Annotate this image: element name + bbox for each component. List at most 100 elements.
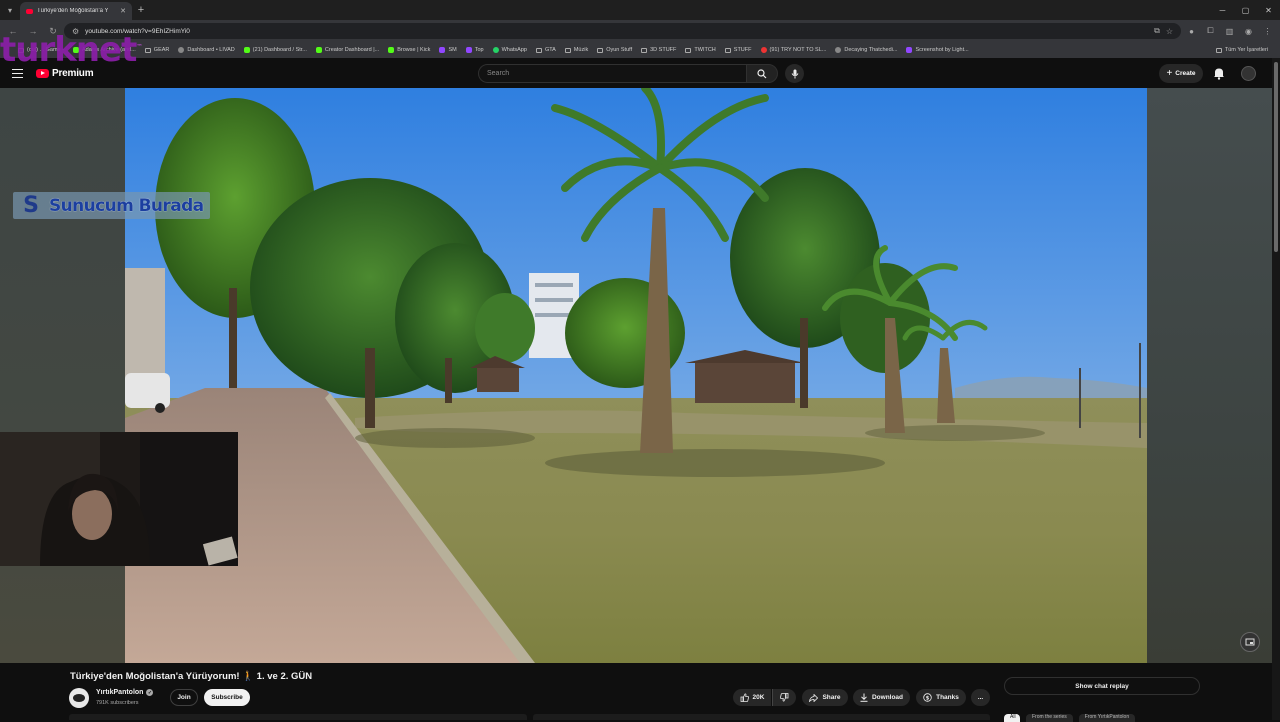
bookmark-label: Creator Dashboard |... [324,47,380,53]
bookmark-item[interactable]: GEAR [144,47,169,53]
tab-search-icon[interactable]: ▾ [0,0,20,20]
page-scrollbar[interactable] [1272,58,1280,720]
super-thanks-icon: $ [923,693,932,702]
ambient-glow-right [1147,88,1272,663]
search-button[interactable] [746,64,778,83]
turknet-wordmark: turknet [0,30,137,70]
comments-box-top[interactable] [533,714,990,720]
thumbs-up-icon [740,693,749,702]
bookmark-item[interactable]: Creator Dashboard |... [315,47,380,53]
bookmark-label: Müzik [573,47,589,53]
download-button[interactable]: Download [853,689,910,706]
favicon-icon [243,47,250,53]
share-label: Share [822,694,841,701]
bookmark-item[interactable]: GTA [535,47,556,53]
bookmark-item[interactable]: Decaying Thatchedi... [835,47,897,53]
video-frame[interactable] [125,88,1147,663]
chip-from-series[interactable]: From the series [1026,714,1073,722]
channel-avatar[interactable] [69,688,89,708]
bookmark-item[interactable]: Oyun Stuff [597,47,632,53]
search-input[interactable]: Search [478,64,746,83]
like-button[interactable]: 20K [733,689,771,706]
sidebar-icon[interactable]: ▥ [1221,27,1238,36]
thumbs-down-icon [780,693,789,702]
share-button[interactable]: Share [802,689,848,706]
channel-name[interactable]: YırtıkPantolon ✓ [96,689,154,696]
scrollbar-thumb[interactable] [1274,62,1278,252]
dislike-button[interactable] [772,689,796,706]
window-close-icon[interactable]: ✕ [1257,6,1280,15]
bookmark-item[interactable]: 3D STUFF [641,47,676,53]
window-controls: ─ ▢ ✕ [1211,6,1280,15]
show-chat-replay-button[interactable]: Show chat replay [1004,677,1200,695]
tab-close-icon[interactable]: ✕ [120,7,126,15]
favicon-icon [760,47,767,53]
bookmark-item[interactable]: WhatsApp [492,47,527,53]
miniplayer-button[interactable] [1240,632,1260,652]
youtube-play-icon [36,69,49,78]
bookmark-label: 3D STUFF [650,47,677,53]
chip-from-channel[interactable]: From YırtıkPantolon [1078,714,1136,722]
more-actions-button[interactable]: ... [971,689,990,706]
bookmark-item[interactable]: Müzik [564,47,589,53]
guide-menu-icon[interactable] [12,69,23,78]
bookmark-star-icon[interactable]: ☆ [1166,27,1173,36]
extension-icon[interactable]: ● [1183,27,1200,36]
bookmark-label: Dashboard • LIVAD [187,47,235,53]
omnibox[interactable]: ⚙ youtube.com/watch?v=9EhIZHimYi0 ⧉ ☆ [64,23,1181,39]
bookmark-item[interactable]: SM [439,47,457,53]
all-bookmarks-folder[interactable]: Tüm Yer İşaretleri [1215,47,1280,53]
join-button[interactable]: Join [170,689,198,706]
bookmark-item[interactable]: STUFF [724,47,752,53]
like-count: 20K [752,694,765,701]
bookmark-label: Screenshot by Light... [915,47,969,53]
install-app-icon[interactable]: ⧉ [1154,26,1160,36]
create-button[interactable]: + Create [1159,64,1203,83]
extensions-puzzle-icon[interactable]: ⧠ [1202,26,1219,36]
bookmark-item[interactable]: (91) TRY NOT TO SL... [760,47,827,53]
bookmark-item[interactable]: Screenshot by Light... [906,47,969,53]
bookmark-label: Oyun Stuff [606,47,633,53]
tab-title: Türkiye'den Moğolistan'a Y [37,8,109,14]
youtube-masthead: Premium Search + Create [0,58,1280,88]
chip-all[interactable]: All [1004,714,1020,722]
folder-icon [597,47,604,53]
bookmark-label: WhatsApp [501,47,527,53]
description-box-top[interactable] [69,714,527,720]
bookmark-item[interactable]: Top [465,47,484,53]
thanks-button[interactable]: $ Thanks [916,689,966,706]
profile-icon[interactable]: ◉ [1240,27,1257,36]
folder-icon [564,47,571,53]
favicon-icon [439,47,446,53]
favicon-icon [178,47,185,53]
video-player[interactable] [0,88,1272,663]
microphone-icon [791,69,798,78]
maximize-icon[interactable]: ▢ [1234,6,1257,15]
bookmark-item[interactable]: Browse | Kick [388,47,430,53]
url-text[interactable]: youtube.com/watch?v=9EhIZHimYi0 [85,28,1148,35]
minimize-icon[interactable]: ─ [1211,6,1234,15]
chrome-menu-icon[interactable]: ⋮ [1259,27,1276,36]
browser-tab-active[interactable]: Türkiye'den Moğolistan'a Y ✕ [20,2,132,20]
bookmark-item[interactable]: Dashboard • LIVAD [178,47,235,53]
subscribe-button[interactable]: Subscribe [204,689,250,706]
sponsor-label: Sunucum Burada [49,195,204,216]
create-label: Create [1175,70,1196,77]
bookmark-item[interactable]: TWITCH [685,47,716,53]
sunucum-logo-icon: S [23,193,39,218]
channel-logo-icon [73,694,85,702]
notifications-bell-icon[interactable] [1213,67,1225,80]
account-avatar[interactable] [1241,66,1256,81]
search-icon [757,68,767,78]
folder-icon [724,47,731,53]
share-icon [809,693,819,702]
bookmark-item[interactable]: (21) Dashboard / Str... [243,47,307,53]
bookmark-label: Top [474,47,484,53]
folder-icon [685,47,692,53]
favicon-icon [835,47,842,53]
new-tab-button[interactable]: + [132,4,150,16]
voice-search-button[interactable] [785,64,804,83]
bookmark-label: (91) TRY NOT TO SL... [769,47,827,53]
channel-name-label[interactable]: YırtıkPantolon [96,689,143,696]
subscriber-count: 791K subscribers [96,700,139,706]
